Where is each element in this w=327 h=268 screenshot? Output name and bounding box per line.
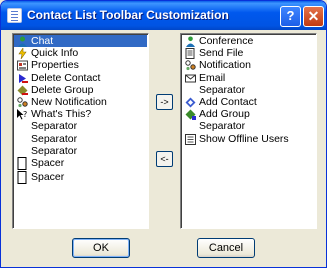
list-item[interactable]: Conference — [182, 35, 315, 47]
list-item-label: Separator — [31, 120, 78, 133]
list-item-label: Notification — [199, 59, 251, 72]
chat-icon — [17, 36, 28, 47]
add-group-icon — [185, 109, 196, 121]
dialog-window: Contact List Toolbar Customization ? ✕ C… — [0, 0, 327, 268]
list-item[interactable]: Spacer — [14, 156, 147, 172]
properties-icon — [17, 60, 28, 71]
list-item-label: What's This? — [31, 108, 92, 121]
list-item-label: Add Group — [199, 108, 250, 121]
notification-icon — [185, 60, 196, 71]
remove-from-toolbar-button[interactable]: <- — [156, 151, 173, 167]
svg-text:?: ? — [23, 110, 27, 119]
list-item-label: Delete Contact — [31, 71, 101, 84]
conference-icon — [185, 36, 196, 47]
current-toolbar-list[interactable]: Conference Send File Notification Email Sepa… — [180, 33, 317, 229]
list-item[interactable]: Chat — [14, 35, 147, 48]
list-item-label: Quick Info — [31, 47, 79, 60]
ok-button[interactable]: OK — [72, 238, 130, 258]
list-item-label: Separator — [31, 144, 78, 157]
spacer-icon — [17, 171, 28, 185]
list-item-label: Add Contact — [199, 95, 257, 108]
list-item[interactable]: Quick Info — [14, 47, 147, 60]
spacer-icon — [17, 156, 28, 170]
list-item[interactable]: Separator — [14, 133, 147, 145]
email-icon — [185, 73, 196, 83]
list-item[interactable]: Show Offline Users — [182, 133, 315, 145]
list-item[interactable]: Add Contact — [182, 96, 315, 108]
close-button[interactable]: ✕ — [303, 6, 324, 27]
list-item-label: Chat — [31, 35, 54, 47]
title-bar[interactable]: Contact List Toolbar Customization ? ✕ — [1, 1, 326, 30]
list-item[interactable]: Separator — [182, 120, 315, 132]
lightning-icon — [17, 47, 28, 60]
window-icon — [7, 8, 22, 23]
delete-contact-icon — [17, 73, 28, 83]
cancel-button[interactable]: Cancel — [197, 238, 255, 258]
list-item-label: New Notification — [31, 95, 107, 108]
list-item-label: Conference — [199, 35, 254, 47]
list-item[interactable]: Properties — [14, 59, 147, 71]
window-title: Contact List Toolbar Customization — [27, 8, 229, 22]
list-item[interactable]: ? What's This? — [14, 108, 147, 120]
show-offline-users-icon — [185, 133, 196, 145]
list-item[interactable]: Email — [182, 72, 315, 84]
list-item[interactable]: Send File — [182, 47, 315, 60]
delete-group-icon — [17, 85, 28, 96]
help-button[interactable]: ? — [280, 6, 301, 27]
list-item-label: Email — [199, 71, 226, 84]
whats-this-icon: ? — [17, 109, 28, 120]
send-file-icon — [185, 48, 196, 60]
list-item-label: Separator — [31, 132, 78, 145]
list-item-label: Separator — [199, 120, 246, 133]
available-buttons-list[interactable]: Chat Quick Info Properties Delete Contact De… — [12, 33, 149, 229]
add-to-toolbar-button[interactable]: -> — [156, 94, 173, 110]
list-item[interactable]: Add Group — [182, 108, 315, 121]
list-item-label: Spacer — [31, 156, 65, 169]
list-item-label: Separator — [199, 83, 246, 96]
list-item-label: Spacer — [31, 171, 65, 184]
list-item[interactable]: New Notification — [14, 96, 147, 108]
add-contact-icon — [185, 97, 196, 108]
list-item-label: Send File — [199, 47, 244, 60]
list-item-label: Delete Group — [31, 83, 94, 96]
list-item-label: Properties — [31, 59, 79, 72]
list-item[interactable]: Spacer — [14, 171, 147, 186]
list-item[interactable]: Separator — [14, 120, 147, 132]
list-item[interactable]: Notification — [182, 59, 315, 71]
list-item[interactable]: Delete Contact — [14, 72, 147, 84]
list-item[interactable]: Delete Group — [14, 84, 147, 96]
list-item-label: Show Offline Users — [199, 132, 289, 145]
new-notification-icon — [17, 97, 28, 108]
list-item[interactable]: Separator — [182, 84, 315, 96]
list-item[interactable]: Separator — [14, 145, 147, 157]
